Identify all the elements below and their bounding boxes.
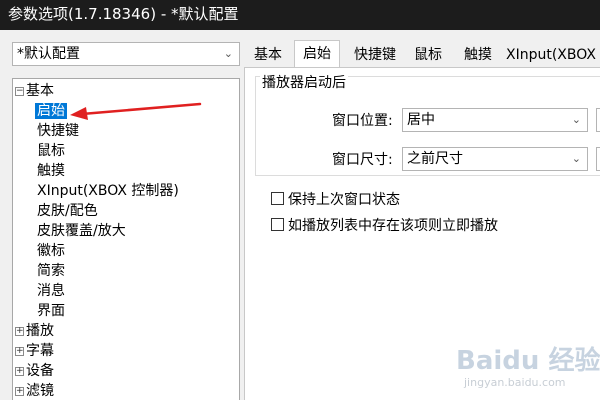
tab-startup[interactable]: 启始 [294, 40, 340, 68]
tree-node-label: 界面 [37, 303, 65, 319]
tree-node-logo[interactable]: 徽标 [35, 241, 67, 261]
tree-node-label: 滤镜 [26, 383, 54, 399]
chevron-down-icon: ⌄ [223, 47, 233, 60]
tree-node-label: 简索 [37, 263, 65, 279]
checkbox-box[interactable] [271, 218, 284, 231]
tree-node-filters[interactable]: + 滤镜 [15, 381, 54, 400]
expand-icon[interactable]: + [15, 366, 24, 376]
tree-node-interface[interactable]: 界面 [35, 301, 67, 321]
window-position-value: 居中 [407, 112, 435, 128]
tree-node-devices[interactable]: + 设备 [15, 361, 54, 381]
window-size-value-field[interactable] [596, 147, 600, 171]
baidu-watermark: Baidu 经验 jingyan.baidu.com [456, 340, 600, 396]
tree-node-label: 字幕 [26, 343, 54, 359]
tab-basic[interactable]: 基本 [248, 44, 288, 68]
tree-node-label: 鼠标 [37, 143, 65, 159]
play-if-in-playlist-checkbox[interactable]: 如播放列表中存在该项则立即播放 [271, 216, 498, 236]
checkbox-box[interactable] [271, 192, 284, 205]
group-title: 播放器启动后 [260, 75, 348, 91]
watermark-logo: Baidu 经验 [456, 346, 600, 376]
tree-node-label: XInput(XBOX 控制器) [37, 183, 179, 199]
window-size-value: 之前尺寸 [407, 151, 463, 167]
collapse-icon[interactable]: − [15, 86, 24, 96]
tree-node-playback[interactable]: + 播放 [15, 321, 54, 341]
window-position-offset[interactable] [596, 108, 600, 132]
expand-icon[interactable]: + [15, 386, 24, 396]
tree-node-label: 启始 [35, 103, 67, 119]
tree-node-skin-overlay[interactable]: 皮肤覆盖/放大 [35, 221, 128, 241]
expand-icon[interactable]: + [15, 326, 24, 336]
preset-select[interactable]: *默认配置 ⌄ [12, 42, 240, 66]
tree-node-label: 设备 [26, 363, 54, 379]
keep-window-state-checkbox[interactable]: 保持上次窗口状态 [271, 190, 400, 210]
tree-node-xinput[interactable]: XInput(XBOX 控制器) [35, 181, 181, 201]
tree-node-label: 徽标 [37, 243, 65, 259]
startup-group: 播放器启动后 窗口位置: 居中 ⌄ 窗口尺寸: 之前尺寸 ⌄ [255, 75, 600, 176]
tree-node-basic[interactable]: − 基本 [15, 81, 54, 101]
tree-node-label: 皮肤覆盖/放大 [37, 223, 126, 239]
tree-node-label: 基本 [26, 83, 54, 99]
chevron-down-icon: ⌄ [571, 113, 581, 126]
tree-node-search[interactable]: 简索 [35, 261, 67, 281]
checkbox-label: 保持上次窗口状态 [288, 192, 400, 208]
tab-touch[interactable]: 触摸 [458, 44, 498, 68]
tab-mouse[interactable]: 鼠标 [408, 44, 448, 68]
watermark-url: jingyan.baidu.com [464, 376, 566, 389]
window-size-label: 窗口尺寸: [332, 152, 393, 168]
preset-value: *默认配置 [17, 46, 80, 62]
window-position-label: 窗口位置: [332, 113, 393, 129]
annotation-arrow [70, 102, 202, 120]
tree-node-skin-color[interactable]: 皮肤/配色 [35, 201, 100, 221]
tree-node-label: 播放 [26, 323, 54, 339]
tab-hotkeys[interactable]: 快捷键 [348, 44, 402, 68]
tree-node-startup[interactable]: 启始 [35, 101, 67, 121]
tree-node-label: 消息 [37, 283, 65, 299]
window-size-select[interactable]: 之前尺寸 ⌄ [402, 147, 588, 171]
tree-node-touch[interactable]: 触摸 [35, 161, 67, 181]
expand-icon[interactable]: + [15, 346, 24, 356]
tree-node-subtitles[interactable]: + 字幕 [15, 341, 54, 361]
tree-node-messages[interactable]: 消息 [35, 281, 67, 301]
settings-tabs: 基本 启始 快捷键 鼠标 触摸 XInput(XBOX 控 [244, 40, 600, 68]
window-title: 参数选项(1.7.18346) - *默认配置 [0, 0, 600, 30]
checkbox-label: 如播放列表中存在该项则立即播放 [288, 218, 498, 234]
chevron-down-icon: ⌄ [571, 152, 581, 165]
tree-node-mouse[interactable]: 鼠标 [35, 141, 67, 161]
window-position-select[interactable]: 居中 ⌄ [402, 108, 588, 132]
tree-node-label: 皮肤/配色 [37, 203, 98, 219]
tab-xinput[interactable]: XInput(XBOX 控 [506, 44, 600, 68]
tree-node-label: 触摸 [37, 163, 65, 179]
